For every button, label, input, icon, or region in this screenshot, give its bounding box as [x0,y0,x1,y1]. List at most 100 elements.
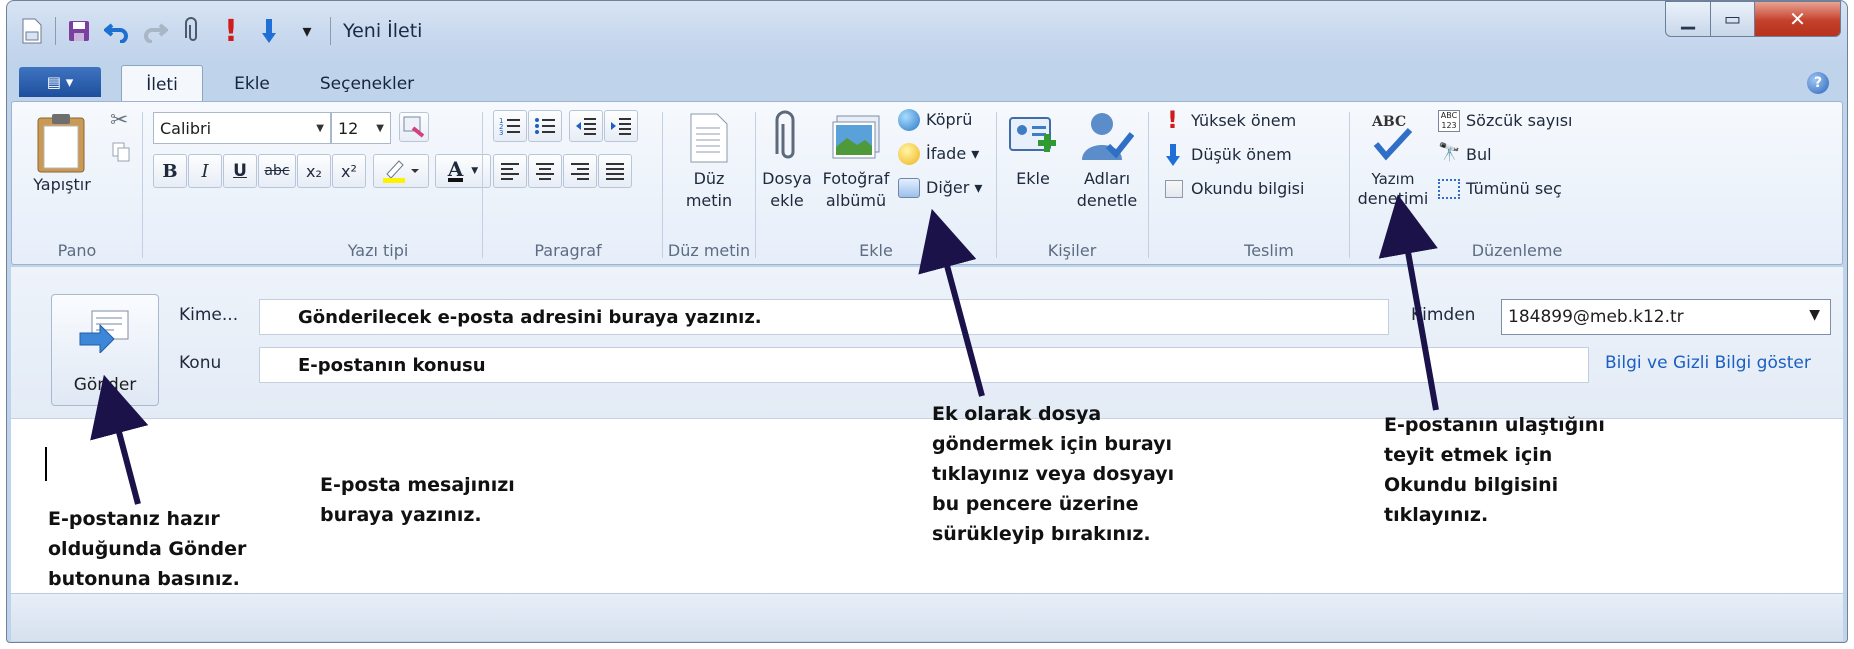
strikethrough-button[interactable]: abc [258,154,296,188]
add-contact-icon [1009,117,1056,152]
highlighter-icon [383,160,419,183]
numbered-list-button[interactable]: 123 [493,110,527,142]
hyperlink-button[interactable]: Köprü [898,108,1008,134]
high-importance-qat-icon[interactable]: ! [216,14,246,49]
plain-text-line1: Düz [693,169,725,188]
attach-qat-icon[interactable] [178,14,208,48]
read-receipt-checkbox[interactable]: Okundu bilgisi [1165,176,1345,204]
numbered-list-icon: 123 [499,117,520,136]
justify-button[interactable] [598,154,632,188]
group-label-paragraph: Paragraf [534,241,602,260]
attach-file-button[interactable]: Dosya ekle [756,106,818,234]
high-importance-label: Yüksek önem [1191,111,1297,130]
tab-secenekler[interactable]: Seçenekler [307,65,427,103]
font-family-combo[interactable]: Calibri ▼ [153,112,331,144]
help-icon[interactable]: ? [1807,72,1829,94]
maximize-button[interactable]: ▭ [1711,1,1755,37]
save-icon[interactable] [64,14,94,48]
tab-ileti[interactable]: İleti [121,65,203,103]
align-left-button[interactable] [493,154,527,188]
group-insert: Dosya ekle Fotoğraf albümü Köprü İfade ▾… [756,102,1026,264]
app-menu-button[interactable]: ▤ ▾ [19,67,101,97]
message-header: Gönder Kime... Gönderilecek e-posta adre… [11,267,1843,419]
title-bar: ! ▾ Yeni İleti ▁ ▭ ✕ [7,1,1847,63]
receipt-note: E-postanın ulaştığını teyit etmek için O… [1384,410,1605,530]
decrease-indent-button[interactable] [569,110,603,142]
close-button[interactable]: ✕ [1755,1,1841,37]
checkbox-icon [1165,180,1183,198]
to-field[interactable]: Gönderilecek e-posta adresini buraya yaz… [259,299,1389,335]
spelling-button[interactable]: ABC Yazım denetimi [1354,106,1432,234]
high-importance-button[interactable]: ! Yüksek önem [1165,106,1345,136]
subject-field[interactable]: E-postanın konusu [259,347,1589,383]
text-caret [45,447,47,481]
undo-icon[interactable] [102,14,132,48]
group-label-insert: Ekle [859,241,893,260]
note-line: butonuna basınız. [48,568,240,590]
bold-button[interactable]: B [153,154,187,188]
note-line: teyit etmek için [1384,444,1553,466]
word-count-button[interactable]: ABC 123 Sözcük sayısı [1438,108,1594,136]
photo-label-line1: Fotoğraf [822,169,890,188]
low-importance-label: Düşük önem [1191,145,1292,164]
group-label-plain-text: Düz metin [667,241,751,260]
low-importance-qat-icon[interactable] [254,14,284,48]
from-select[interactable]: 184899@meb.k12.tr ▼ [1501,299,1831,335]
attach-label-line1: Dosya [762,169,812,188]
to-button[interactable]: Kime... [179,305,238,325]
low-importance-icon [1166,144,1180,166]
check-names-button[interactable]: Adları denetle [1067,106,1147,234]
justify-icon [606,163,624,180]
emoticon-button[interactable]: İfade ▾ [898,142,1008,168]
italic-button[interactable]: I [188,154,222,188]
send-note: E-postanız hazır olduğunda Gönder butonu… [48,504,246,594]
smiley-icon [898,143,920,165]
mail-window: ! ▾ Yeni İleti ▁ ▭ ✕ ▤ ▾ İleti Ekle Seçe… [6,0,1848,643]
align-right-button[interactable] [563,154,597,188]
underline-button[interactable]: U [223,154,257,188]
align-center-button[interactable] [528,154,562,188]
check-names-line2: denetle [1076,191,1138,210]
other-insert-button[interactable]: Diğer ▾ [898,176,1008,202]
bullet-list-button[interactable] [528,110,562,142]
copy-icon[interactable] [112,142,130,162]
new-message-icon[interactable] [17,14,47,48]
low-importance-button[interactable]: Düşük önem [1165,142,1345,170]
qat-customize-icon[interactable]: ▾ [292,14,322,48]
plain-text-line2: metin [685,191,733,210]
group-label-pano: Pano [57,241,97,260]
hyperlink-label: Köprü [926,110,973,129]
note-line: sürükleyip bırakınız. [932,523,1151,545]
highlight-button[interactable] [373,154,429,188]
superscript-button[interactable]: x² [332,154,366,188]
paste-button[interactable]: Yapıştır [28,110,96,194]
add-contact-button[interactable]: Ekle [1001,106,1065,206]
cut-icon[interactable]: ✂ [110,108,128,133]
group-label-delivery: Teslim [1244,241,1294,260]
font-dialog-button[interactable] [399,112,429,142]
note-line: buraya yazınız. [320,504,482,526]
attach-note: Ek olarak dosya göndermek için burayı tı… [932,399,1174,549]
bullet-list-icon [535,118,555,134]
photo-album-button[interactable]: Fotoğraf albümü [818,106,894,234]
minimize-button[interactable]: ▁ [1665,1,1711,37]
find-button[interactable]: 🔭 Bul [1438,142,1594,170]
send-button[interactable]: Gönder [51,294,159,406]
chevron-down-icon: ▼ [376,122,384,134]
ribbon-tabs: ▤ ▾ İleti Ekle Seçenekler ? [7,63,1847,103]
read-receipt-label: Okundu bilgisi [1191,179,1305,198]
font-size-combo[interactable]: 12 ▼ [331,112,391,144]
plain-text-button[interactable]: Düz metin [663,106,755,234]
subscript-button[interactable]: x₂ [297,154,331,188]
attach-label-line2: ekle [770,191,804,210]
window-controls: ▁ ▭ ✕ [1665,1,1841,37]
tab-ekle[interactable]: Ekle [219,65,285,103]
photo-label-line2: albümü [825,191,887,210]
cc-bcc-link[interactable]: Bilgi ve Gizli Bilgi göster [1605,353,1811,373]
select-all-button[interactable]: Tümünü seç [1438,176,1594,204]
redo-icon[interactable] [140,14,170,48]
maximize-icon: ▭ [1723,8,1741,30]
increase-indent-button[interactable] [604,110,638,142]
photo-album-icon [832,115,880,159]
paste-label: Yapıştır [33,175,91,194]
